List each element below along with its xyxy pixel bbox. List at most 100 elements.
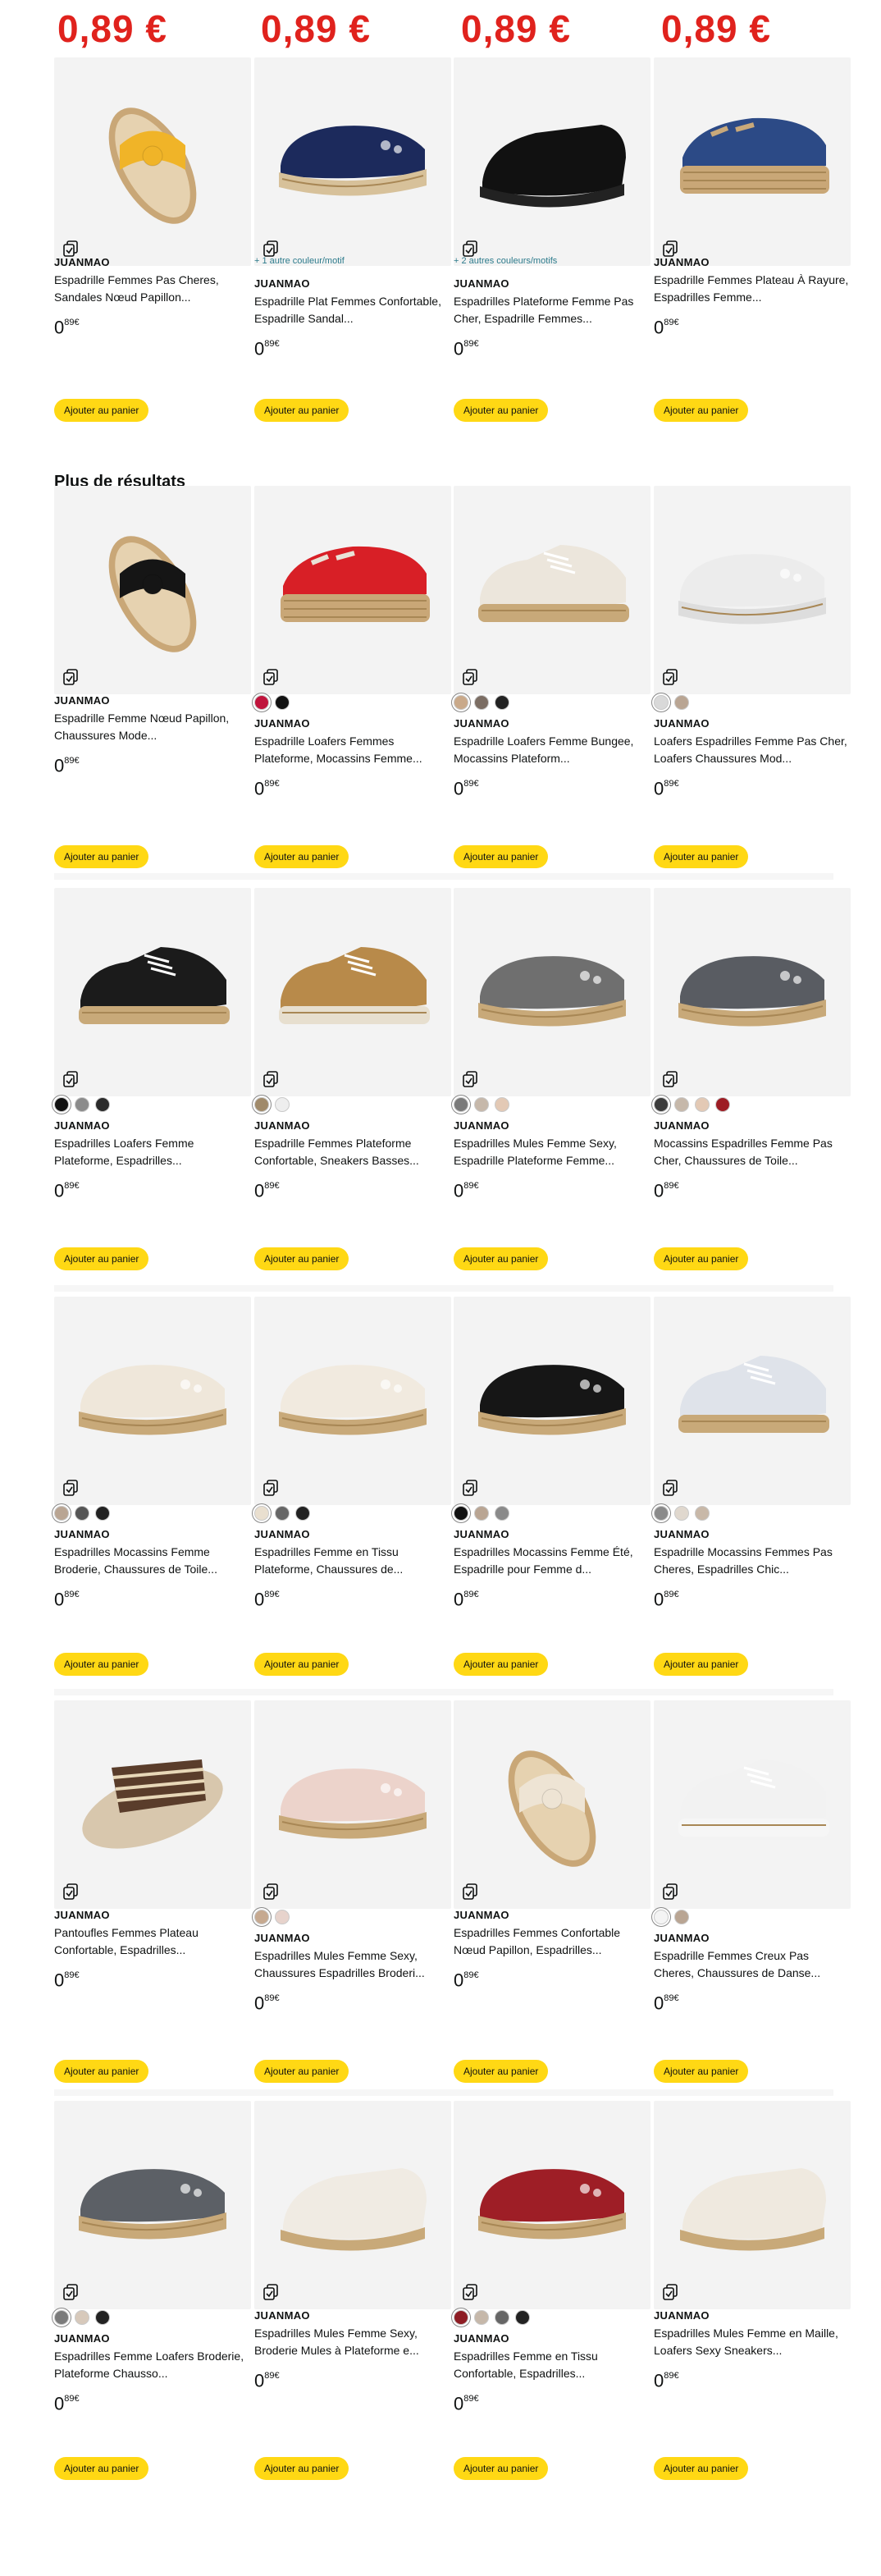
compare-icon[interactable] bbox=[462, 2283, 480, 2301]
color-swatch[interactable] bbox=[474, 2310, 489, 2325]
color-swatch[interactable] bbox=[474, 695, 489, 710]
color-swatch[interactable] bbox=[275, 1506, 290, 1521]
compare-icon[interactable] bbox=[262, 2283, 281, 2301]
color-swatch[interactable] bbox=[674, 1910, 689, 1924]
add-to-cart-button[interactable]: Ajouter au panier bbox=[654, 845, 749, 868]
product-image[interactable] bbox=[254, 888, 451, 1096]
color-swatch[interactable] bbox=[495, 1097, 509, 1112]
product-image[interactable] bbox=[654, 1297, 851, 1505]
product-image[interactable] bbox=[54, 486, 251, 694]
product-image[interactable] bbox=[54, 888, 251, 1096]
add-to-cart-button[interactable]: Ajouter au panier bbox=[254, 1247, 349, 1270]
product-title[interactable]: Espadrille Loafers Femme Bungee, Mocassi… bbox=[454, 733, 650, 767]
color-swatch[interactable] bbox=[495, 1506, 509, 1521]
compare-icon[interactable] bbox=[262, 1070, 281, 1088]
color-swatch[interactable] bbox=[474, 1506, 489, 1521]
product-image[interactable] bbox=[454, 888, 650, 1096]
product-title[interactable]: Espadrilles Loafers Femme Plateforme, Es… bbox=[54, 1135, 251, 1169]
compare-icon[interactable] bbox=[662, 240, 680, 258]
product-image[interactable] bbox=[54, 2101, 251, 2309]
product-title[interactable]: Espadrille Mocassins Femmes Pas Cheres, … bbox=[654, 1544, 851, 1578]
color-swatch[interactable] bbox=[254, 1506, 269, 1521]
product-title[interactable]: Espadrilles Femme en Tissu Confortable, … bbox=[454, 2348, 650, 2382]
color-swatch[interactable] bbox=[54, 2310, 69, 2325]
color-swatch[interactable] bbox=[95, 2310, 110, 2325]
compare-icon[interactable] bbox=[62, 1070, 80, 1088]
color-swatch[interactable] bbox=[275, 1097, 290, 1112]
product-title[interactable]: Espadrilles Mules Femme Sexy, Broderie M… bbox=[254, 2325, 451, 2359]
add-to-cart-button[interactable]: Ajouter au panier bbox=[54, 845, 149, 868]
product-title[interactable]: Mocassins Espadrilles Femme Pas Cher, Ch… bbox=[654, 1135, 851, 1169]
product-image[interactable] bbox=[654, 1700, 851, 1909]
add-to-cart-button[interactable]: Ajouter au panier bbox=[454, 845, 549, 868]
product-image[interactable] bbox=[254, 2101, 451, 2309]
add-to-cart-button[interactable]: Ajouter au panier bbox=[254, 2457, 349, 2480]
add-to-cart-button[interactable]: Ajouter au panier bbox=[454, 1653, 549, 1676]
add-to-cart-button[interactable]: Ajouter au panier bbox=[454, 1247, 549, 1270]
color-swatch[interactable] bbox=[454, 1097, 468, 1112]
add-to-cart-button[interactable]: Ajouter au panier bbox=[54, 2457, 149, 2480]
product-image[interactable] bbox=[454, 2101, 650, 2309]
product-image[interactable] bbox=[654, 888, 851, 1096]
color-swatch[interactable] bbox=[75, 2310, 89, 2325]
product-image[interactable] bbox=[54, 57, 251, 266]
product-title[interactable]: Loafers Espadrilles Femme Pas Cher, Loaf… bbox=[654, 733, 851, 767]
product-title[interactable]: Espadrille Plat Femmes Confortable, Espa… bbox=[254, 293, 451, 327]
product-image[interactable] bbox=[654, 2101, 851, 2309]
add-to-cart-button[interactable]: Ajouter au panier bbox=[454, 2060, 549, 2083]
compare-icon[interactable] bbox=[262, 1883, 281, 1901]
color-swatch[interactable] bbox=[695, 1097, 710, 1112]
compare-icon[interactable] bbox=[662, 668, 680, 686]
product-title[interactable]: Espadrilles Mocassins Femme Broderie, Ch… bbox=[54, 1544, 251, 1578]
product-title[interactable]: Espadrille Femmes Pas Cheres, Sandales N… bbox=[54, 272, 251, 306]
color-swatch[interactable] bbox=[54, 1097, 69, 1112]
color-swatch[interactable] bbox=[275, 695, 290, 710]
color-swatch[interactable] bbox=[95, 1097, 110, 1112]
compare-icon[interactable] bbox=[62, 240, 80, 258]
color-swatch[interactable] bbox=[254, 1097, 269, 1112]
product-title[interactable]: Espadrilles Mules Femme Sexy, Chaussures… bbox=[254, 1947, 451, 1982]
add-to-cart-button[interactable]: Ajouter au panier bbox=[654, 2457, 749, 2480]
product-image[interactable] bbox=[454, 1700, 650, 1909]
product-title[interactable]: Espadrille Loafers Femmes Plateforme, Mo… bbox=[254, 733, 451, 767]
compare-icon[interactable] bbox=[662, 1883, 680, 1901]
compare-icon[interactable] bbox=[462, 1883, 480, 1901]
product-title[interactable]: Espadrilles Femmes Confortable Nœud Papi… bbox=[454, 1924, 650, 1959]
add-to-cart-button[interactable]: Ajouter au panier bbox=[254, 399, 349, 422]
color-swatch[interactable] bbox=[75, 1506, 89, 1521]
product-title[interactable]: Espadrille Femmes Plateau À Rayure, Espa… bbox=[654, 272, 851, 306]
product-title[interactable]: Espadrilles Plateforme Femme Pas Cher, E… bbox=[454, 293, 650, 327]
compare-icon[interactable] bbox=[462, 668, 480, 686]
add-to-cart-button[interactable]: Ajouter au panier bbox=[654, 1653, 749, 1676]
product-title[interactable]: Espadrilles Femme Loafers Broderie, Plat… bbox=[54, 2348, 251, 2382]
color-swatch[interactable] bbox=[275, 1910, 290, 1924]
compare-icon[interactable] bbox=[462, 1070, 480, 1088]
color-swatch[interactable] bbox=[674, 695, 689, 710]
add-to-cart-button[interactable]: Ajouter au panier bbox=[254, 1653, 349, 1676]
color-swatch[interactable] bbox=[254, 1910, 269, 1924]
color-swatch[interactable] bbox=[515, 2310, 530, 2325]
product-image[interactable] bbox=[254, 1297, 451, 1505]
color-swatch[interactable] bbox=[95, 1506, 110, 1521]
color-swatch[interactable] bbox=[695, 1506, 710, 1521]
compare-icon[interactable] bbox=[462, 1479, 480, 1497]
add-to-cart-button[interactable]: Ajouter au panier bbox=[54, 1247, 149, 1270]
add-to-cart-button[interactable]: Ajouter au panier bbox=[54, 1653, 149, 1676]
color-swatch[interactable] bbox=[454, 695, 468, 710]
compare-icon[interactable] bbox=[662, 1070, 680, 1088]
product-image[interactable] bbox=[454, 486, 650, 694]
product-title[interactable]: Espadrilles Mocassins Femme Été, Espadri… bbox=[454, 1544, 650, 1578]
compare-icon[interactable] bbox=[262, 1479, 281, 1497]
color-swatch[interactable] bbox=[54, 1506, 69, 1521]
product-image[interactable] bbox=[654, 57, 851, 266]
more-colors-link[interactable]: + 2 autres couleurs/motifs bbox=[454, 256, 650, 269]
add-to-cart-button[interactable]: Ajouter au panier bbox=[54, 2060, 149, 2083]
product-title[interactable]: Espadrille Femmes Creux Pas Cheres, Chau… bbox=[654, 1947, 851, 1982]
product-image[interactable] bbox=[54, 1700, 251, 1909]
product-image[interactable] bbox=[654, 486, 851, 694]
add-to-cart-button[interactable]: Ajouter au panier bbox=[654, 399, 749, 422]
add-to-cart-button[interactable]: Ajouter au panier bbox=[654, 1247, 749, 1270]
product-image[interactable] bbox=[254, 57, 451, 266]
compare-icon[interactable] bbox=[262, 240, 281, 258]
compare-icon[interactable] bbox=[462, 240, 480, 258]
